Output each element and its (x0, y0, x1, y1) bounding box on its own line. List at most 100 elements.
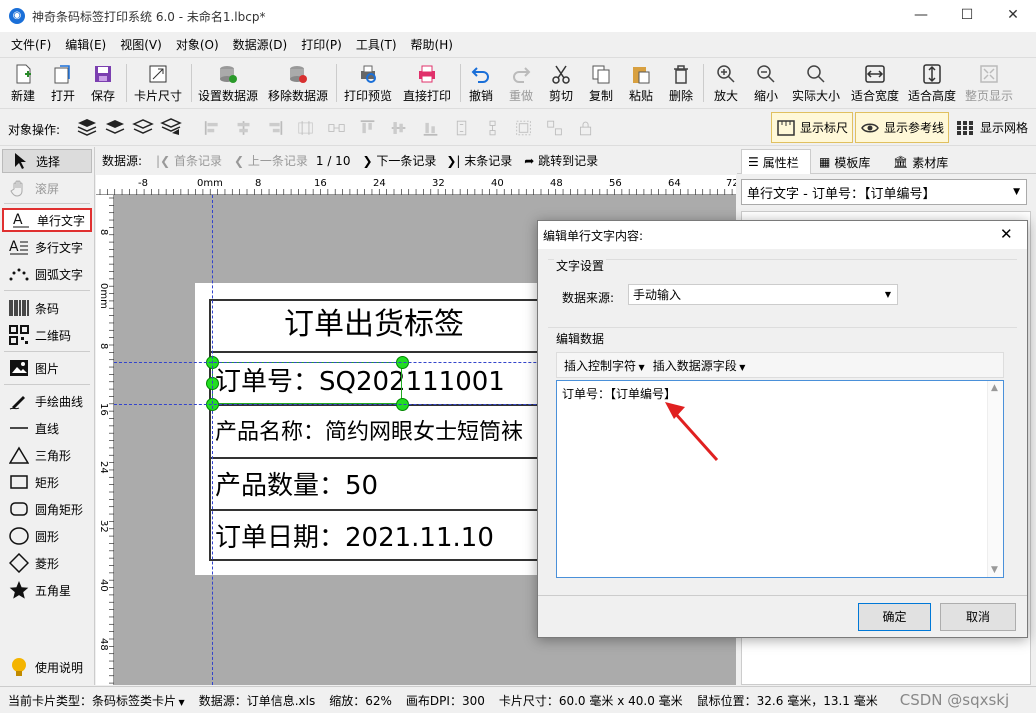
label-product-name[interactable]: 产品名称：简约网眼女士短筒袜 (215, 418, 539, 448)
new-button[interactable]: 新建 (6, 61, 40, 106)
tool-barcode[interactable]: 条码 (2, 296, 92, 320)
tab-properties[interactable]: ☰ 属性栏 (741, 149, 811, 174)
help-button[interactable]: 使用说明 (2, 655, 92, 679)
align-middle-icon[interactable] (390, 118, 407, 138)
actual-size-button[interactable]: 实际大小 (788, 61, 844, 106)
tool-rounded-rectangle[interactable]: 圆角矩形 (2, 497, 92, 521)
datasource-select[interactable]: 手动输入 ▼ (628, 284, 898, 305)
tool-arc-text[interactable]: 圆弧文字 (2, 262, 92, 286)
scroll-up-icon[interactable]: ▲ (991, 383, 998, 393)
zoom-in-button[interactable]: 放大 (708, 61, 744, 106)
ungroup-icon[interactable] (546, 118, 563, 138)
jump-record-button[interactable]: ➦ 跳转到记录 (524, 152, 598, 169)
close-button[interactable]: ✕ (990, 0, 1036, 32)
tool-pan[interactable]: 滚屏 (2, 176, 92, 200)
tool-triangle[interactable]: 三角形 (2, 443, 92, 467)
tool-multi-line-text[interactable]: A 多行文字 (2, 235, 92, 259)
template-icon: ▦ (819, 155, 831, 169)
first-record-button[interactable]: |❮ 首条记录 (156, 152, 222, 169)
new-file-icon (16, 64, 31, 84)
fit-page-icon (980, 65, 998, 83)
align-top-icon[interactable] (359, 118, 376, 138)
label-card[interactable]: 订单出货标签 订单号：SQ202111001 产品名称：简约网眼女士短筒袜 产品… (195, 283, 545, 575)
fit-width-button[interactable]: 适合宽度 (848, 61, 902, 106)
status-card-type[interactable]: 当前卡片类型：条码标签类卡片 ▼ (8, 692, 185, 709)
tool-freehand[interactable]: 手绘曲线 (2, 389, 92, 413)
tool-circle[interactable]: 圆形 (2, 524, 92, 548)
tab-templates[interactable]: ▦ 模板库 (815, 150, 887, 174)
group-icon[interactable] (515, 118, 532, 138)
next-record-button[interactable]: ❯ 下一条记录 (362, 152, 436, 169)
object-selector[interactable]: 单行文字 - 订单号：【订单编号】 ▼ (741, 179, 1027, 205)
distribute-v-icon[interactable] (328, 118, 345, 138)
redo-button[interactable]: 重做 (505, 61, 537, 106)
cancel-button[interactable]: 取消 (940, 603, 1016, 631)
menu-view[interactable]: 视图(V) (113, 36, 169, 53)
save-button[interactable]: 保存 (86, 61, 120, 106)
tool-diamond[interactable]: 菱形 (2, 551, 92, 575)
send-backward-icon[interactable] (132, 117, 154, 137)
fit-height-button[interactable]: 适合高度 (905, 61, 959, 106)
prev-record-button[interactable]: ❮ 上一条记录 (234, 152, 308, 169)
tool-single-line-text[interactable]: A 单行文字 (2, 208, 92, 232)
send-back-icon[interactable] (160, 117, 182, 137)
show-guides-toggle[interactable]: 显示参考线 (855, 112, 949, 143)
ok-button[interactable]: 确定 (858, 603, 931, 631)
bring-front-icon[interactable] (76, 117, 98, 137)
last-icon: ❯| (446, 154, 465, 168)
align-right-icon[interactable] (266, 118, 283, 138)
content-textarea[interactable]: 订单号：【订单编号】 ▲ ▼ (556, 380, 1004, 578)
maximize-button[interactable]: ☐ (944, 0, 990, 32)
edit-toolbar: 插入控制字符 ▼ 插入数据源字段 ▼ (556, 352, 1004, 378)
bring-forward-icon[interactable] (104, 117, 126, 137)
label-quantity[interactable]: 产品数量：50 (215, 469, 378, 503)
dialog-close-button[interactable]: ✕ (1000, 225, 1013, 243)
undo-button[interactable]: 撤销 (465, 61, 497, 106)
direct-print-button[interactable]: 直接打印 (400, 61, 454, 106)
print-preview-button[interactable]: 打印预览 (341, 61, 395, 106)
menu-tools[interactable]: 工具(T) (349, 36, 404, 53)
delete-button[interactable]: 删除 (665, 61, 697, 106)
scroll-down-icon[interactable]: ▼ (991, 565, 998, 575)
tool-select[interactable]: 选择 (2, 149, 92, 173)
show-grid-toggle[interactable]: 显示网格 (953, 112, 1033, 143)
last-record-button[interactable]: ❯| 末条记录 (446, 152, 512, 169)
menu-help[interactable]: 帮助(H) (404, 36, 460, 53)
insert-control-char-button[interactable]: 插入控制字符 ▼ (564, 357, 645, 374)
tool-line[interactable]: 直线 (2, 416, 92, 440)
tool-star[interactable]: 五角星 (2, 578, 92, 602)
same-width-icon[interactable] (453, 118, 470, 138)
menu-edit[interactable]: 编辑(E) (58, 36, 113, 53)
align-bottom-icon[interactable] (422, 118, 439, 138)
align-center-icon[interactable] (235, 118, 252, 138)
cut-button[interactable]: 剪切 (545, 61, 577, 106)
paste-button[interactable]: 粘贴 (625, 61, 657, 106)
distribute-h-icon[interactable] (297, 118, 314, 138)
tool-rectangle[interactable]: 矩形 (2, 470, 92, 494)
zoom-out-button[interactable]: 缩小 (748, 61, 784, 106)
lock-icon[interactable] (577, 118, 594, 138)
minimize-button[interactable]: — (898, 0, 944, 32)
show-ruler-toggle[interactable]: 显示标尺 (771, 112, 853, 143)
set-datasource-button[interactable]: 设置数据源 (196, 61, 260, 106)
label-title[interactable]: 订单出货标签 (209, 305, 539, 345)
tab-assets[interactable]: 🏛 素材库 (889, 150, 961, 174)
remove-datasource-button[interactable]: 移除数据源 (266, 61, 330, 106)
menu-datasource[interactable]: 数据源(D) (226, 36, 295, 53)
status-card-size: 卡片尺寸：60.0 毫米 x 40.0 毫米 (498, 693, 683, 708)
copy-button[interactable]: 复制 (585, 61, 617, 106)
menu-print[interactable]: 打印(P) (294, 36, 349, 53)
card-size-button[interactable]: 卡片尺寸 (131, 61, 185, 106)
fit-page-button[interactable]: 整页显示 (962, 61, 1016, 106)
textarea-scrollbar[interactable]: ▲ ▼ (987, 381, 1003, 577)
insert-datasource-field-button[interactable]: 插入数据源字段 ▼ (653, 357, 746, 374)
tool-image[interactable]: 图片 (2, 356, 92, 380)
label-date[interactable]: 订单日期：2021.11.10 (215, 521, 494, 555)
open-button[interactable]: 打开 (46, 61, 80, 106)
tool-qrcode[interactable]: 二维码 (2, 323, 92, 347)
same-height-icon[interactable] (484, 118, 501, 138)
guide-line-vertical[interactable] (212, 195, 213, 685)
menu-file[interactable]: 文件(F) (4, 36, 58, 53)
align-left-icon[interactable] (204, 118, 221, 138)
menu-object[interactable]: 对象(O) (169, 36, 226, 53)
